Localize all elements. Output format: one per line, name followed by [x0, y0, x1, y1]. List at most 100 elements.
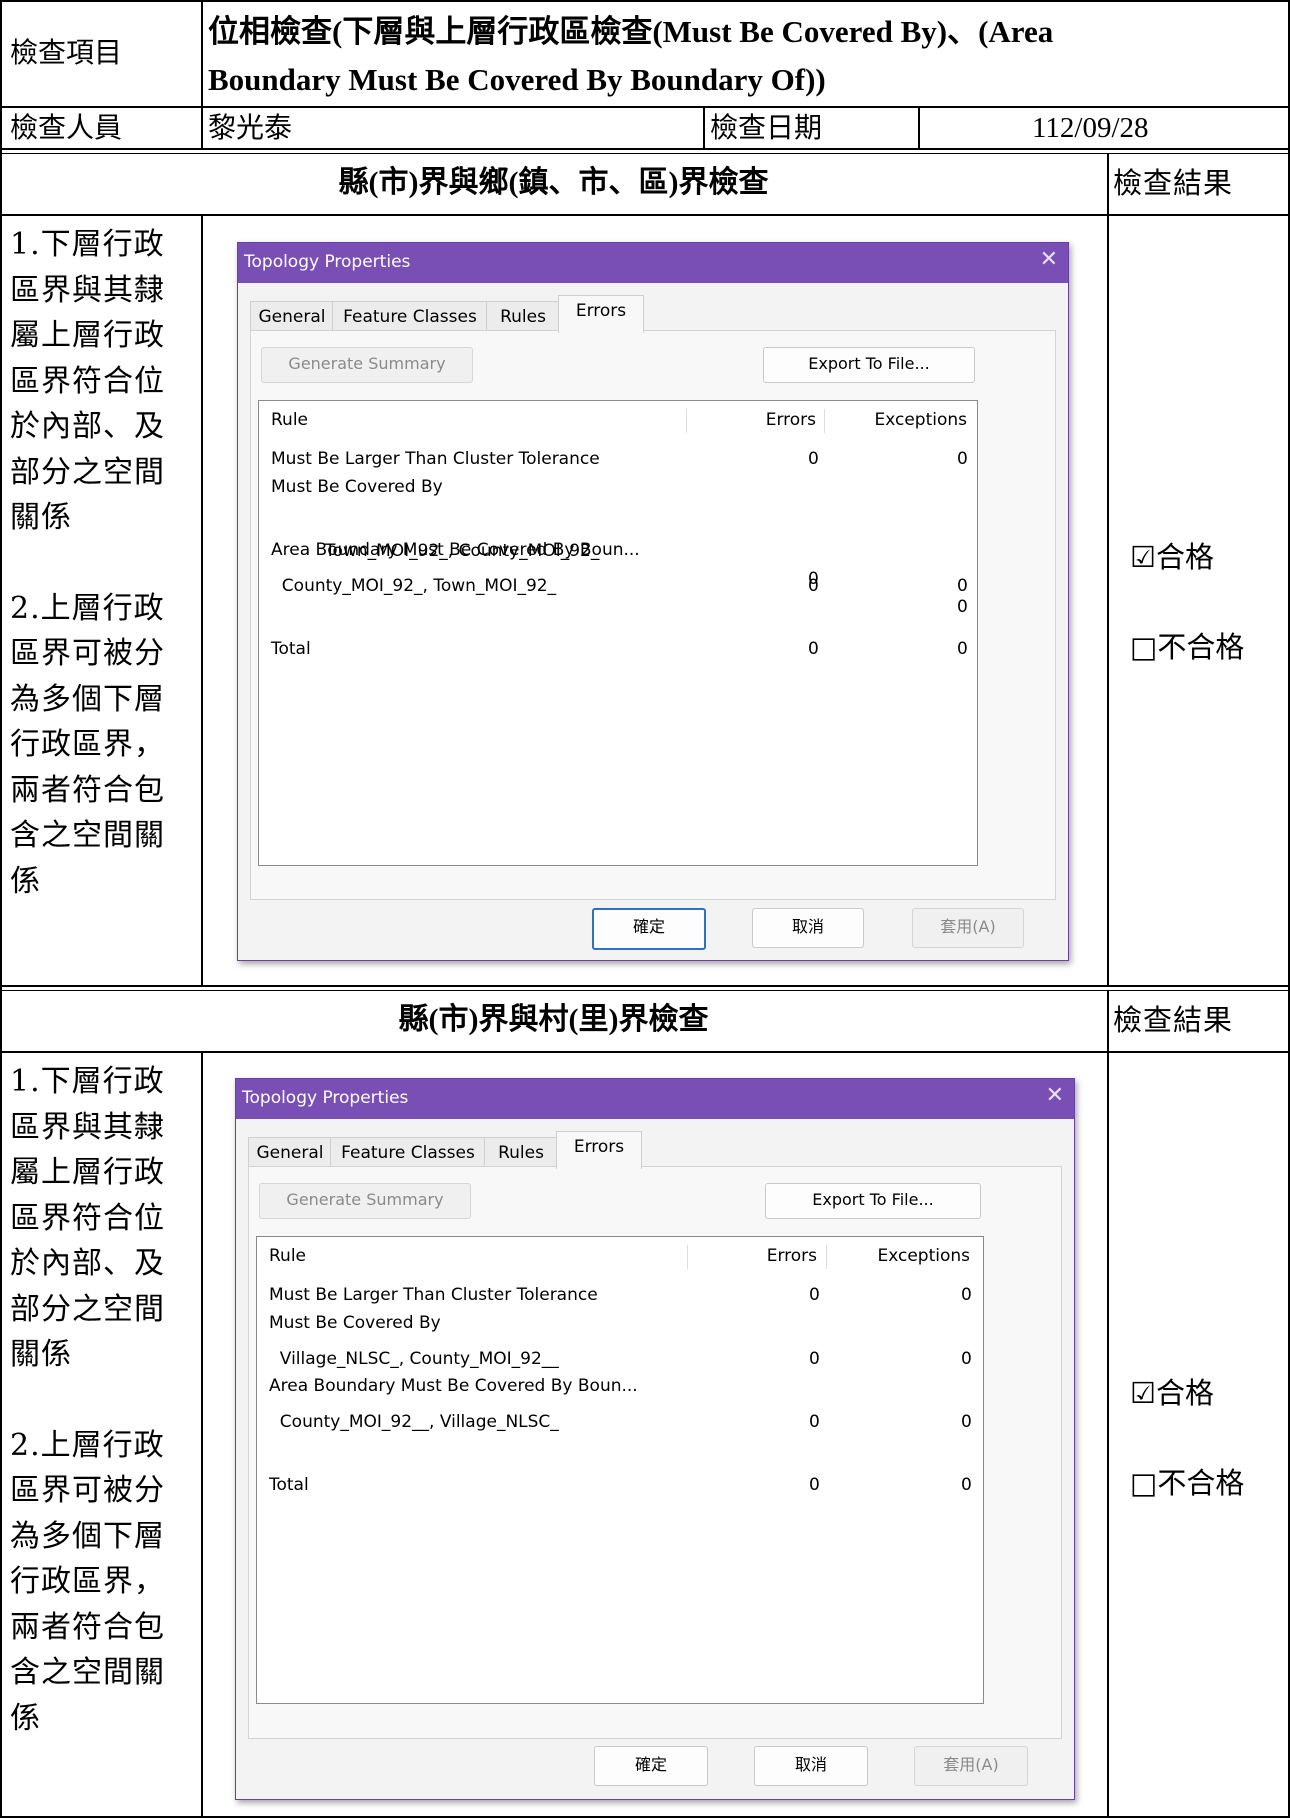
description-line: 屬上層行政	[10, 1155, 165, 1190]
tab-general[interactable]: General	[248, 1137, 332, 1168]
close-icon[interactable]: ✕	[1040, 247, 1058, 272]
column-rule[interactable]: Rule	[269, 1237, 306, 1275]
generate-summary-button[interactable]: Generate Summary	[261, 347, 473, 383]
errors-list[interactable]: Rule Errors Exceptions Must Be Larger Th…	[258, 400, 978, 866]
description-block: 1.下層行政 區界與其隸 屬上層行政 區界符合位 於內部、及 部分之空間 關係 …	[10, 222, 180, 904]
close-icon[interactable]: ✕	[1046, 1083, 1064, 1108]
result-pass: ☑合格	[1130, 1376, 1214, 1410]
table-border-left	[0, 0, 2, 1818]
tab-feature-classes[interactable]: Feature Classes	[330, 1137, 486, 1168]
error-count: 0	[808, 576, 819, 596]
column-exceptions[interactable]: Exceptions	[831, 1237, 970, 1275]
description-line: 部分之空間	[10, 1291, 165, 1327]
rule-name: County_MOI_92__, Village_NLSC_	[269, 1412, 559, 1432]
table-col	[201, 1051, 203, 1818]
list-item[interactable]: County_MOI_92__, Village_NLSC_ 0 0	[269, 1408, 977, 1436]
export-to-file-button[interactable]: Export To File...	[763, 347, 975, 383]
list-item[interactable]: Must Be Larger Than Cluster Tolerance 0 …	[269, 1281, 977, 1309]
tab-errors[interactable]: Errors	[556, 1131, 642, 1169]
description-line: 含之空間關	[10, 818, 165, 853]
description-line: 2.上層行政	[10, 590, 165, 626]
result-pass: ☑合格	[1130, 540, 1214, 574]
generate-summary-button[interactable]: Generate Summary	[259, 1183, 471, 1219]
description-line: 區界與其隸	[10, 1109, 165, 1145]
description-line: 兩者符合包	[10, 1609, 165, 1645]
list-item[interactable]: Total 0 0	[271, 635, 971, 663]
result-fail: □不合格	[1130, 630, 1245, 664]
error-count: 0	[809, 1285, 820, 1305]
dialog-title: Topology Properties	[242, 1088, 409, 1108]
error-count: 0	[809, 1349, 820, 1369]
column-separator	[826, 1245, 827, 1269]
exception-count: 0	[961, 1285, 972, 1305]
cancel-button[interactable]: 取消	[754, 1746, 868, 1786]
result-header: 檢查結果	[1113, 1003, 1234, 1037]
list-item[interactable]: Village_NLSC_, County_MOI_92__ 0 0	[269, 1345, 977, 1373]
inspector-value: 黎光泰	[208, 111, 293, 144]
export-to-file-button[interactable]: Export To File...	[765, 1183, 981, 1219]
rule-name: Must Be Covered By	[269, 1313, 441, 1333]
description-line: 區界符合位	[10, 363, 165, 399]
dialog-titlebar[interactable]: Topology Properties ✕	[238, 243, 1068, 283]
exception-count: 0	[961, 1412, 972, 1432]
exception-count: 0	[957, 639, 968, 659]
column-errors[interactable]: Errors	[691, 401, 816, 439]
list-item[interactable]: Area Boundary Must Be Covered By Boun...	[271, 536, 971, 564]
table-rule	[0, 153, 1290, 154]
table-rule	[0, 1051, 1290, 1053]
list-item[interactable]: County_MOI_92_, Town_MOI_92_ 0 0	[271, 572, 971, 600]
description-line: 於內部、及	[10, 1246, 165, 1281]
tab-rules[interactable]: Rules	[486, 301, 560, 332]
error-count: 0	[809, 1412, 820, 1432]
date-label: 檢查日期	[710, 111, 823, 144]
table-rule	[0, 214, 1290, 216]
cancel-button[interactable]: 取消	[752, 908, 864, 948]
apply-button[interactable]: 套用(A)	[912, 908, 1024, 948]
column-errors[interactable]: Errors	[692, 1237, 817, 1275]
rule-name: Village_NLSC_, County_MOI_92__	[269, 1349, 559, 1369]
exception-count: 0	[961, 1475, 972, 1495]
description-line: 2.上層行政	[10, 1427, 165, 1463]
exception-count: 0	[961, 1349, 972, 1369]
list-item[interactable]: Must Be Covered By	[269, 1309, 977, 1337]
rule-name: Total	[271, 639, 311, 659]
ok-button[interactable]: 確定	[592, 908, 706, 950]
item-label: 檢查項目	[10, 36, 123, 69]
description-line: 含之空間關	[10, 1655, 165, 1690]
description-line: 行政區界，	[10, 727, 165, 762]
tab-rules[interactable]: Rules	[484, 1137, 558, 1168]
tab-feature-classes[interactable]: Feature Classes	[332, 301, 488, 332]
column-rule[interactable]: Rule	[271, 401, 308, 439]
dialog-titlebar[interactable]: Topology Properties ✕	[236, 1079, 1074, 1119]
apply-button[interactable]: 套用(A)	[914, 1746, 1028, 1786]
list-item[interactable]: Town_MOI_92_, County_MOI_92_ 0 0	[271, 509, 971, 617]
column-exceptions[interactable]: Exceptions	[829, 401, 967, 439]
list-item[interactable]: Total 0 0	[269, 1471, 977, 1499]
list-item[interactable]: Must Be Larger Than Cluster Tolerance 0 …	[271, 445, 971, 473]
description-line: 區界與其隸	[10, 272, 165, 308]
section-title: 縣(市)界與村(里)界檢查	[398, 1003, 709, 1036]
section-title: 縣(市)界與鄉(鎮、市、區)界檢查	[338, 166, 769, 199]
table-rule	[0, 990, 1290, 991]
tab-general[interactable]: General	[250, 301, 334, 332]
description-line: 1.下層行政	[10, 1064, 165, 1099]
errors-panel: Generate Summary Export To File... Rule …	[248, 1166, 1062, 1739]
table-col	[201, 214, 203, 986]
description-block: 1.下層行政 區界與其隸 屬上層行政 區界符合位 於內部、及 部分之空間 關係 …	[10, 1059, 180, 1741]
list-item[interactable]: Area Boundary Must Be Covered By Boun...	[269, 1372, 977, 1400]
ok-button[interactable]: 確定	[594, 1746, 708, 1786]
list-item[interactable]: Must Be Covered By	[271, 473, 971, 501]
table-rule	[0, 148, 1290, 150]
rule-name: Area Boundary Must Be Covered By Boun...	[269, 1376, 638, 1396]
description-line: 係	[10, 863, 41, 899]
date-value: 112/09/28	[1032, 112, 1149, 144]
rule-name: Total	[269, 1475, 309, 1495]
table-col	[703, 106, 705, 150]
errors-list[interactable]: Rule Errors Exceptions Must Be Larger Th…	[256, 1236, 984, 1704]
table-border-top	[0, 0, 1290, 2]
topology-properties-dialog: Topology Properties ✕ General Feature Cl…	[235, 1078, 1075, 1800]
tab-errors[interactable]: Errors	[558, 295, 644, 333]
table-rule	[0, 985, 1290, 987]
item-value-line2: Boundary Must Be Covered By Boundary Of)…	[208, 62, 826, 97]
column-separator	[687, 1245, 688, 1269]
